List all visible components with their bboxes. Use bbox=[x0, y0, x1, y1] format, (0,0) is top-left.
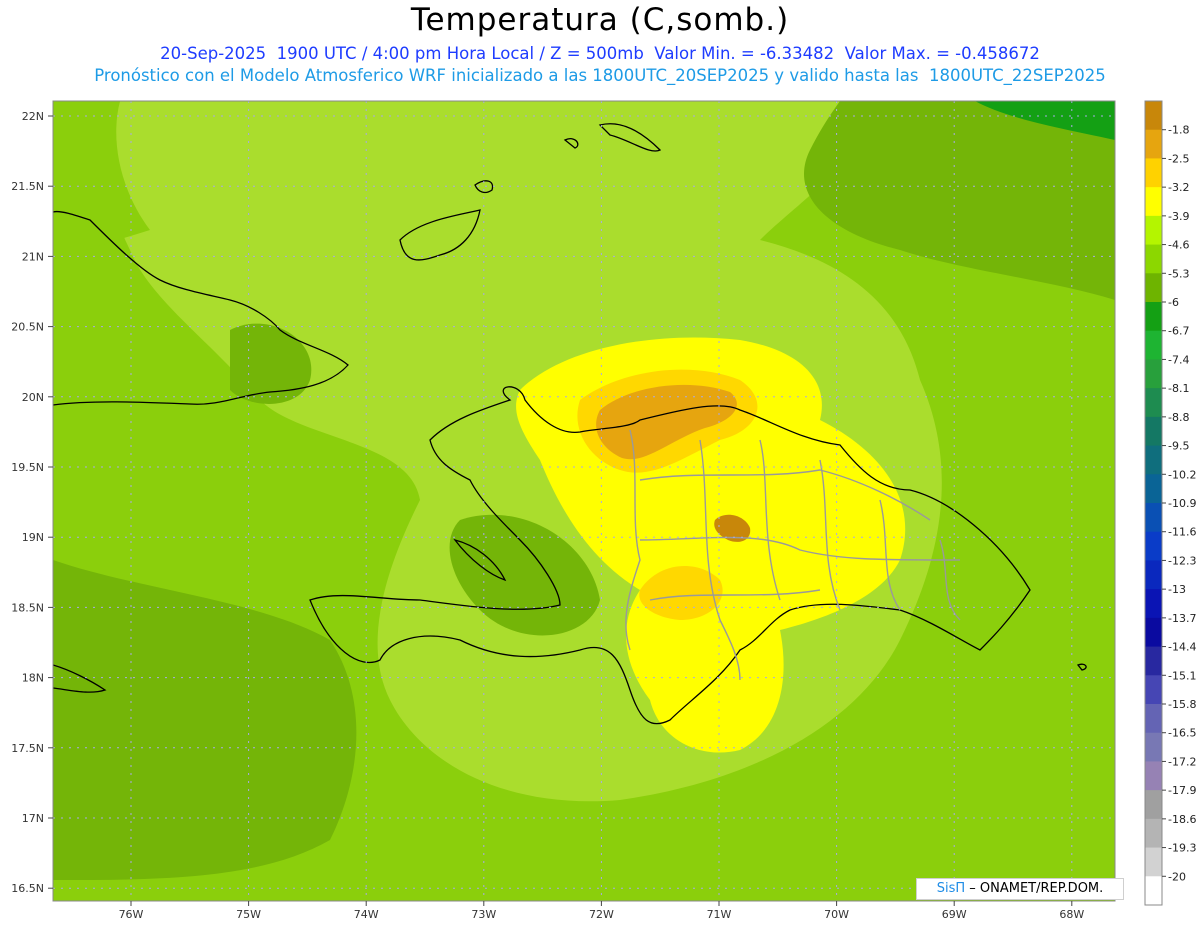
colorbar-label: -9.5 bbox=[1168, 440, 1189, 453]
lat-label: 18.5N bbox=[11, 601, 44, 614]
colorbar-swatch bbox=[1145, 589, 1162, 619]
colorbar-label: -11.6 bbox=[1168, 526, 1196, 539]
colorbar-label: -7.4 bbox=[1168, 353, 1189, 366]
lon-label: 71W bbox=[707, 908, 732, 921]
colorbar-swatch bbox=[1145, 876, 1162, 906]
colorbar-swatch bbox=[1145, 244, 1162, 274]
colorbar-swatch bbox=[1145, 158, 1162, 188]
colorbar-swatch bbox=[1145, 101, 1162, 131]
colorbar-label: -1.8 bbox=[1168, 124, 1189, 137]
colorbar-swatch bbox=[1145, 847, 1162, 877]
colorbar-swatch bbox=[1145, 187, 1162, 217]
colorbar-swatch bbox=[1145, 302, 1162, 332]
colorbar-swatch bbox=[1145, 215, 1162, 246]
temperature-map: 22N 21.5N 21N 20.5N 20N 19.5N 19N 18.5N 18N 17.5N… bbox=[11, 100, 1196, 921]
lon-label: 70W bbox=[824, 908, 849, 921]
colorbar-swatch bbox=[1145, 474, 1162, 504]
colorbar-swatch bbox=[1145, 445, 1162, 475]
colorbar-label: -3.2 bbox=[1168, 181, 1189, 194]
colorbar-label: -15.8 bbox=[1168, 698, 1196, 711]
organization-name: – ONAMET/REP.DOM. bbox=[965, 881, 1104, 896]
colorbar-label: -6.7 bbox=[1168, 325, 1189, 338]
colorbar-label: -16.5 bbox=[1168, 727, 1196, 740]
colorbar-swatch bbox=[1145, 531, 1162, 561]
colorbar-label: -13.7 bbox=[1168, 612, 1196, 625]
colorbar-swatch bbox=[1145, 732, 1162, 762]
lat-label: 19N bbox=[22, 531, 44, 544]
colorbar-swatch bbox=[1145, 646, 1162, 676]
lon-label: 76W bbox=[119, 908, 144, 921]
colorbar-swatch bbox=[1145, 359, 1162, 389]
lat-label: 21.5N bbox=[11, 180, 44, 193]
colorbar-swatch bbox=[1145, 704, 1162, 734]
colorbar-swatch bbox=[1145, 330, 1162, 360]
colorbar-label: -14.4 bbox=[1168, 641, 1196, 654]
credit-badge: SisΠ – ONAMET/REP.DOM. bbox=[916, 878, 1124, 900]
longitude-axis: 76W 75W 74W 73W 72W 71W 70W 69W 68W bbox=[119, 901, 1084, 921]
colorbar-label: -8.8 bbox=[1168, 411, 1189, 424]
colorbar-swatch bbox=[1145, 790, 1162, 820]
colorbar: -1.8 -2.5 -3.2 -3.9 -4.6 -5.3 -6 -6.7 -7.4 -8.1 -8… bbox=[1144, 100, 1196, 906]
colorbar-label: -5.3 bbox=[1168, 267, 1189, 280]
lat-label: 17.5N bbox=[11, 742, 44, 755]
colorbar-swatch bbox=[1145, 617, 1162, 648]
colorbar-label: -13 bbox=[1168, 583, 1186, 596]
lon-label: 74W bbox=[354, 908, 379, 921]
colorbar-label: -20 bbox=[1168, 870, 1186, 883]
temperature-field bbox=[53, 101, 1115, 901]
colorbar-swatch bbox=[1145, 273, 1162, 303]
colorbar-label: -6 bbox=[1168, 296, 1179, 309]
colorbar-label: -17.2 bbox=[1168, 755, 1196, 768]
colorbar-swatch bbox=[1145, 761, 1162, 791]
colorbar-label: -3.9 bbox=[1168, 210, 1189, 223]
lon-label: 75W bbox=[236, 908, 261, 921]
colorbar-label: -12.3 bbox=[1168, 554, 1196, 567]
latitude-axis: 22N 21.5N 21N 20.5N 20N 19.5N 19N 18.5N 18N 17.5N… bbox=[11, 110, 53, 895]
brand-name: SisΠ bbox=[936, 881, 966, 896]
colorbar-swatch bbox=[1145, 129, 1162, 159]
colorbar-label: -4.6 bbox=[1168, 239, 1189, 252]
lat-label: 20N bbox=[22, 391, 44, 404]
colorbar-label: -18.6 bbox=[1168, 813, 1196, 826]
lat-label: 18N bbox=[22, 672, 44, 685]
colorbar-label: -8.1 bbox=[1168, 382, 1189, 395]
lat-label: 17N bbox=[22, 812, 44, 825]
lon-label: 72W bbox=[589, 908, 614, 921]
colorbar-swatch bbox=[1145, 388, 1162, 418]
colorbar-label: -15.1 bbox=[1168, 669, 1196, 682]
lon-label: 69W bbox=[942, 908, 967, 921]
colorbar-swatch bbox=[1145, 416, 1162, 447]
colorbar-swatch bbox=[1145, 818, 1162, 849]
lon-label: 68W bbox=[1059, 908, 1084, 921]
lat-label: 21N bbox=[22, 250, 44, 263]
colorbar-label: -19.3 bbox=[1168, 842, 1196, 855]
colorbar-swatch bbox=[1145, 675, 1162, 705]
colorbar-label: -17.9 bbox=[1168, 784, 1196, 797]
colorbar-label: -10.2 bbox=[1168, 468, 1196, 481]
lat-label: 20.5N bbox=[11, 321, 44, 334]
colorbar-label: -10.9 bbox=[1168, 497, 1196, 510]
lat-label: 16.5N bbox=[11, 882, 44, 895]
lon-label: 73W bbox=[471, 908, 496, 921]
colorbar-label: -2.5 bbox=[1168, 152, 1189, 165]
colorbar-swatch bbox=[1145, 503, 1162, 533]
colorbar-swatch bbox=[1145, 560, 1162, 590]
lat-label: 19.5N bbox=[11, 461, 44, 474]
lat-label: 22N bbox=[22, 110, 44, 123]
